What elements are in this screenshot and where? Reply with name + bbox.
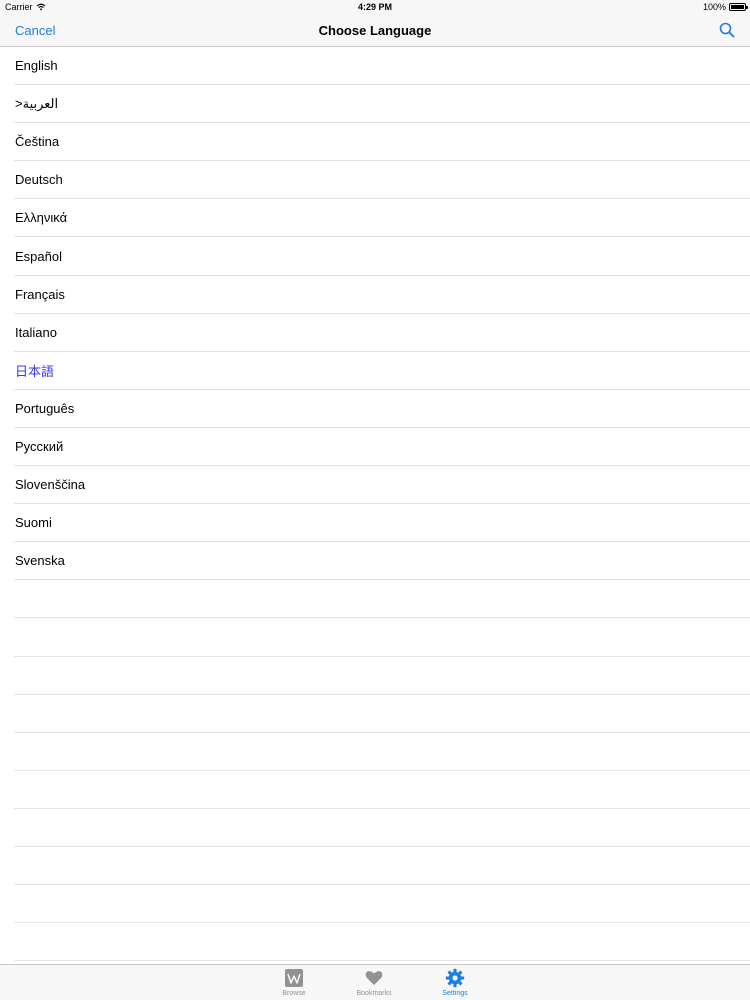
language-label: Italiano (15, 324, 57, 340)
empty-row (14, 771, 750, 809)
language-row-swedish[interactable]: Svenska (14, 542, 750, 581)
wikipedia-icon (285, 969, 303, 987)
language-label: Čeština (15, 134, 60, 150)
tab-settings[interactable]: Settings (425, 968, 485, 997)
language-label: Slovenščina (15, 477, 86, 493)
language-label: >العربية (15, 95, 59, 111)
language-row-japanese[interactable]: 日本語 (14, 352, 750, 390)
empty-row (14, 695, 750, 733)
navigation-bar: Cancel Choose Language (0, 15, 750, 47)
status-time: 4:29 PM (357, 2, 392, 12)
language-label: Français (15, 286, 65, 302)
status-bar: Carrier 4:29 PM 100% (0, 0, 750, 15)
search-icon[interactable] (718, 21, 736, 39)
language-row-czech[interactable]: Čeština (14, 123, 750, 162)
tab-bar: Browse Bookmarks Settings (0, 964, 750, 1000)
empty-row (14, 885, 750, 924)
language-row-greek[interactable]: Ελληνικά (14, 199, 750, 238)
language-row-russian[interactable]: Русский (14, 428, 750, 467)
language-row-italian[interactable]: Italiano (14, 314, 750, 352)
empty-row (14, 809, 750, 847)
tab-label: Browse (282, 990, 306, 997)
tab-browse[interactable]: Browse (264, 968, 324, 997)
language-row-portuguese[interactable]: Português (14, 390, 750, 428)
language-label: 日本語 (15, 363, 55, 379)
empty-row (14, 733, 750, 771)
language-label: Deutsch (15, 172, 63, 188)
empty-row (14, 580, 750, 619)
language-label: Ελληνικά (15, 210, 68, 226)
language-label: Español (15, 248, 62, 264)
battery-icon (729, 3, 748, 11)
language-row-arabic[interactable]: >العربية (14, 85, 750, 124)
status-battery: 100% (702, 2, 748, 12)
empty-row (14, 657, 750, 695)
language-label: English (15, 58, 58, 74)
battery-percent: 100% (702, 2, 726, 12)
gear-icon (445, 968, 465, 988)
empty-row (14, 923, 750, 962)
language-label: Русский (15, 438, 64, 454)
language-row-german[interactable]: Deutsch (14, 161, 750, 200)
language-row-spanish[interactable]: Español (14, 237, 750, 276)
empty-row (14, 847, 750, 886)
language-label: Português (15, 400, 75, 416)
empty-row (14, 618, 750, 657)
language-row-english[interactable]: English (14, 47, 750, 86)
language-list: English >العربية Čeština Deutsch Ελληνικ… (0, 47, 750, 964)
language-label: Svenska (15, 553, 65, 569)
language-row-finnish[interactable]: Suomi (14, 504, 750, 543)
heart-icon (365, 971, 383, 985)
language-label: Suomi (15, 515, 52, 531)
page-title: Choose Language (318, 23, 432, 38)
language-row-slovenian[interactable]: Slovenščina (14, 466, 750, 505)
cancel-button[interactable]: Cancel (15, 23, 55, 38)
tab-bookmarks[interactable]: Bookmarks (344, 968, 404, 997)
tab-label: Bookmarks (356, 990, 392, 997)
language-row-french[interactable]: Français (14, 276, 750, 314)
tab-label: Settings (442, 990, 468, 997)
